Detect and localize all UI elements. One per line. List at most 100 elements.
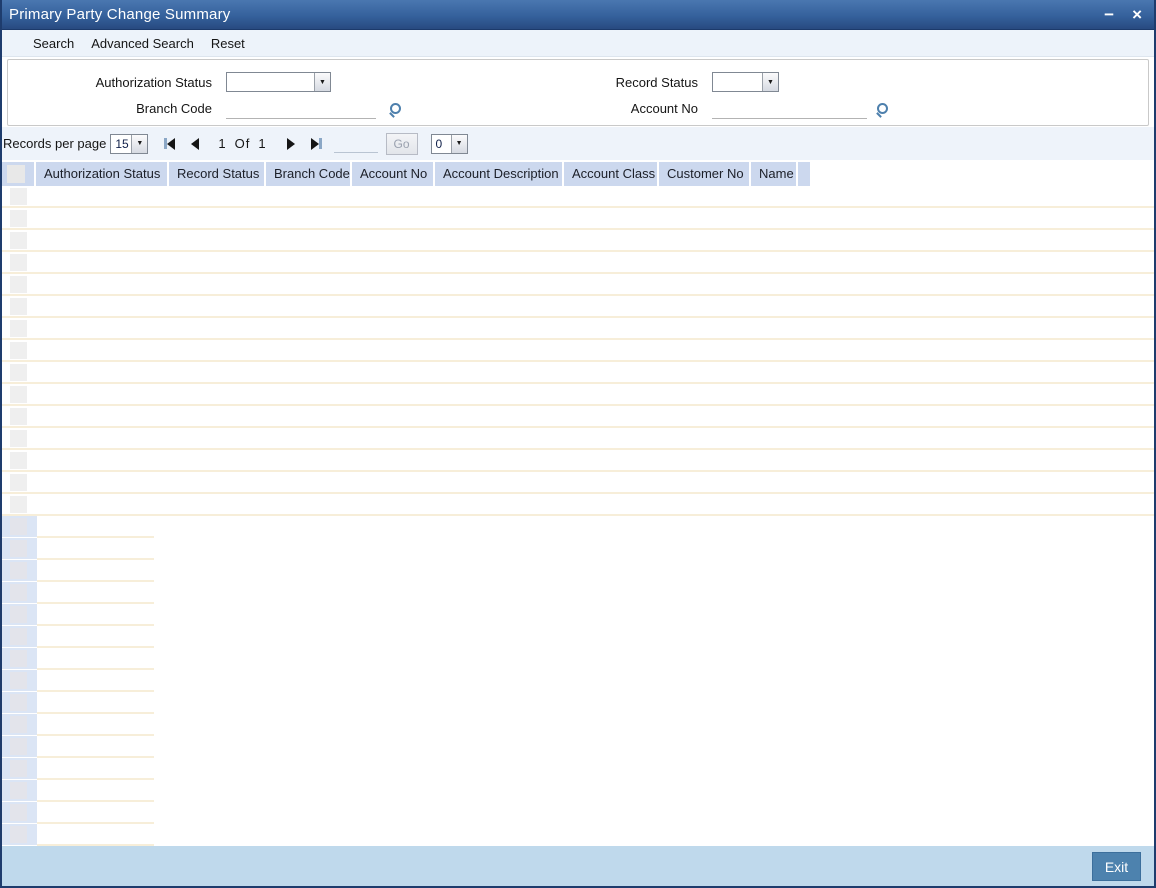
authorization-status-value xyxy=(227,73,314,91)
table-row xyxy=(2,340,1154,362)
table-row xyxy=(2,560,1154,582)
advanced-search-link[interactable]: Advanced Search xyxy=(91,36,194,51)
row-checkbox[interactable] xyxy=(10,716,27,733)
row-checkbox[interactable] xyxy=(10,408,27,425)
row-data-cell xyxy=(37,516,154,538)
row-data-cell xyxy=(37,560,154,582)
records-per-page-value: 15 xyxy=(115,136,129,151)
records-per-page-label: Records per page xyxy=(3,136,107,151)
row-checkbox[interactable] xyxy=(10,584,27,601)
row-checkbox[interactable] xyxy=(10,232,27,249)
authorization-status-select[interactable]: ▼ xyxy=(226,72,331,92)
column-header-account-no[interactable]: Account No xyxy=(352,162,433,186)
row-select-cell xyxy=(2,604,37,626)
row-checkbox[interactable] xyxy=(10,188,27,205)
account-no-search-icon[interactable] xyxy=(875,103,889,117)
table-body-lower xyxy=(2,516,1154,846)
record-status-select[interactable]: ▼ xyxy=(712,72,779,92)
row-checkbox[interactable] xyxy=(10,826,27,843)
row-select-cell xyxy=(2,780,37,802)
table-row xyxy=(2,274,1154,296)
row-checkbox[interactable] xyxy=(10,320,27,337)
select-all-cell[interactable] xyxy=(2,162,34,186)
minimize-button[interactable]: − xyxy=(1104,6,1114,23)
account-no-input[interactable] xyxy=(712,100,867,119)
row-checkbox[interactable] xyxy=(10,342,27,359)
first-page-icon[interactable] xyxy=(164,137,176,150)
row-checkbox[interactable] xyxy=(10,606,27,623)
branch-code-label: Branch Code xyxy=(136,101,212,116)
column-header-branch-code[interactable]: Branch Code xyxy=(266,162,350,186)
row-select-cell xyxy=(2,582,37,604)
row-checkbox[interactable] xyxy=(10,298,27,315)
window-border-left xyxy=(0,0,2,888)
table-row xyxy=(2,692,1154,714)
previous-page-icon[interactable] xyxy=(191,137,200,150)
reset-link[interactable]: Reset xyxy=(211,36,245,51)
row-checkbox[interactable] xyxy=(10,254,27,271)
row-checkbox[interactable] xyxy=(10,672,27,689)
row-checkbox[interactable] xyxy=(10,540,27,557)
window-title: Primary Party Change Summary xyxy=(9,6,231,23)
row-select-cell xyxy=(2,670,37,692)
toolbar: Search Advanced Search Reset xyxy=(0,30,1156,57)
row-checkbox[interactable] xyxy=(10,804,27,821)
exit-button[interactable]: Exit xyxy=(1092,852,1141,881)
row-data-cell xyxy=(37,714,154,736)
column-header-account-description[interactable]: Account Description xyxy=(435,162,562,186)
row-checkbox[interactable] xyxy=(10,782,27,799)
column-header-record-status[interactable]: Record Status xyxy=(169,162,264,186)
row-select-cell xyxy=(2,802,37,824)
row-data-cell xyxy=(37,604,154,626)
branch-code-input[interactable] xyxy=(226,100,376,119)
row-checkbox[interactable] xyxy=(10,474,27,491)
row-checkbox[interactable] xyxy=(10,562,27,579)
column-header-authorization-status[interactable]: Authorization Status xyxy=(36,162,167,186)
row-checkbox[interactable] xyxy=(10,760,27,777)
row-checkbox[interactable] xyxy=(10,628,27,645)
authorization-status-label: Authorization Status xyxy=(95,75,212,90)
close-button[interactable]: × xyxy=(1132,6,1142,23)
row-checkbox[interactable] xyxy=(10,364,27,381)
row-data-cell xyxy=(37,626,154,648)
branch-code-search-icon[interactable] xyxy=(388,103,402,117)
row-checkbox[interactable] xyxy=(10,386,27,403)
table-row xyxy=(2,208,1154,230)
current-page: 1 xyxy=(218,136,227,151)
table-row xyxy=(2,780,1154,802)
column-header-name[interactable]: Name xyxy=(751,162,796,186)
row-checkbox[interactable] xyxy=(10,210,27,227)
column-header-customer-no[interactable]: Customer No xyxy=(659,162,749,186)
row-checkbox[interactable] xyxy=(10,496,27,513)
go-button[interactable]: Go xyxy=(385,132,418,155)
row-checkbox[interactable] xyxy=(10,738,27,755)
records-per-page-select[interactable]: 15 ▼ xyxy=(110,133,149,154)
table-row xyxy=(2,626,1154,648)
chevron-down-icon[interactable]: ▼ xyxy=(314,73,330,91)
column-header-account-class[interactable]: Account Class xyxy=(564,162,657,186)
last-page-icon[interactable] xyxy=(310,137,322,150)
row-checkbox[interactable] xyxy=(10,518,27,535)
row-checkbox[interactable] xyxy=(10,694,27,711)
column-header-trailing xyxy=(798,162,810,186)
row-checkbox[interactable] xyxy=(10,650,27,667)
row-checkbox[interactable] xyxy=(10,452,27,469)
chevron-down-icon[interactable]: ▼ xyxy=(131,134,148,153)
table-row xyxy=(2,582,1154,604)
trailing-select[interactable]: 0 ▼ xyxy=(430,133,468,154)
chevron-down-icon[interactable]: ▼ xyxy=(762,73,778,91)
chevron-down-icon[interactable]: ▼ xyxy=(450,134,467,153)
search-link[interactable]: Search xyxy=(33,36,74,51)
table-row xyxy=(2,758,1154,780)
row-select-cell xyxy=(2,626,37,648)
next-page-icon[interactable] xyxy=(286,137,295,150)
row-select-cell xyxy=(2,736,37,758)
page-number-input[interactable] xyxy=(333,134,378,153)
row-select-cell xyxy=(2,824,37,846)
row-checkbox[interactable] xyxy=(10,276,27,293)
table-row xyxy=(2,670,1154,692)
select-all-checkbox[interactable] xyxy=(7,165,25,183)
row-checkbox[interactable] xyxy=(10,430,27,447)
row-select-cell xyxy=(2,538,37,560)
window: Primary Party Change Summary − × Search … xyxy=(0,0,1156,888)
